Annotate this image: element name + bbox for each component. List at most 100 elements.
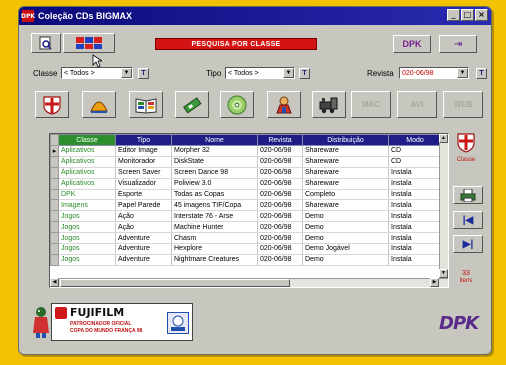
cell-modo[interactable]: Instala xyxy=(388,243,442,255)
cell-revista[interactable]: 020-06/98 xyxy=(257,221,303,234)
cell-classe[interactable]: Aplicativos xyxy=(58,145,116,157)
tipo-select[interactable]: < Todos > ▼ xyxy=(225,67,295,79)
tipo-t-button[interactable]: T xyxy=(299,68,310,79)
search-doc-button[interactable] xyxy=(31,33,61,53)
category-games-button[interactable] xyxy=(267,91,301,118)
row-indicator[interactable] xyxy=(50,232,59,245)
cell-distribuicao[interactable]: Shareware xyxy=(302,199,389,212)
row-indicator[interactable] xyxy=(50,155,59,168)
table-row[interactable]: Jogos Adventure Chasm 020-06/98 Demo Instala xyxy=(50,232,442,245)
category-cd-button[interactable] xyxy=(220,91,254,118)
cell-distribuicao[interactable]: Demo xyxy=(302,232,389,245)
cell-revista[interactable]: 020-06/98 xyxy=(257,167,303,179)
table-row[interactable]: ▸ Aplicativos Editor Image Morpher 32 020-06… xyxy=(50,145,442,157)
column-header-tipo[interactable]: Tipo xyxy=(115,134,172,146)
cell-tipo[interactable]: Monitorador xyxy=(115,156,172,168)
cell-modo[interactable]: Instala xyxy=(388,221,442,234)
cell-tipo[interactable]: Ação xyxy=(115,221,172,234)
cell-tipo[interactable]: Papel Parede xyxy=(115,199,172,212)
cell-nome[interactable]: Interstate 76 - Arse xyxy=(171,210,258,223)
cell-nome[interactable]: Chasm xyxy=(171,232,258,245)
cell-distribuicao[interactable]: Demo Jogável xyxy=(302,243,389,255)
horizontal-scroll-thumb[interactable] xyxy=(60,279,290,287)
cell-distribuicao[interactable]: Shareware xyxy=(302,167,389,179)
cell-distribuicao[interactable]: Shareware xyxy=(302,145,389,157)
row-indicator[interactable] xyxy=(50,210,59,223)
cell-modo[interactable]: Instala xyxy=(388,210,442,223)
tipo-dropdown-arrow-icon[interactable]: ▼ xyxy=(283,68,294,78)
cell-modo[interactable]: Instala xyxy=(388,254,442,266)
cell-revista[interactable]: 020-06/98 xyxy=(257,156,303,168)
cell-distribuicao[interactable]: Demo xyxy=(302,210,389,223)
cell-nome[interactable]: 45 imagens TIF/Copa xyxy=(171,199,258,212)
cell-tipo[interactable]: Visualizador xyxy=(115,178,172,190)
table-row[interactable]: Aplicativos Screen Saver Screen Dance 98 02… xyxy=(50,166,442,179)
cell-classe[interactable]: Aplicativos xyxy=(58,178,116,190)
cell-nome[interactable]: Todas as Copas xyxy=(171,189,258,201)
cell-distribuicao[interactable]: Shareware xyxy=(302,156,389,168)
scroll-left-arrow-icon[interactable]: ◀ xyxy=(50,278,59,287)
category-utilities-button[interactable] xyxy=(175,91,209,118)
column-header-nome[interactable]: Nome xyxy=(171,134,258,146)
scroll-up-arrow-icon[interactable]: ▲ xyxy=(439,134,448,143)
cell-revista[interactable]: 020-06/98 xyxy=(257,189,303,201)
scroll-right-arrow-icon[interactable]: ▶ xyxy=(430,278,439,287)
category-avi-button[interactable]: AVI xyxy=(397,91,437,118)
cell-tipo[interactable]: Esporte xyxy=(115,189,172,201)
cell-classe[interactable]: Aplicativos xyxy=(58,156,116,168)
column-header-revista[interactable]: Revista xyxy=(257,134,303,146)
cell-revista[interactable]: 020-06/98 xyxy=(257,210,303,223)
table-row[interactable]: Jogos Ação Interstate 76 - Arse 020-06/98 De… xyxy=(50,210,442,223)
category-dpk-button[interactable] xyxy=(35,91,69,118)
row-indicator[interactable] xyxy=(50,177,59,190)
cell-revista[interactable]: 020-06/98 xyxy=(257,232,303,245)
category-web-button[interactable]: WEB xyxy=(443,91,483,118)
revista-t-button[interactable]: T xyxy=(476,68,487,79)
category-books-button[interactable] xyxy=(129,91,163,118)
category-images-button[interactable] xyxy=(82,91,116,118)
cell-tipo[interactable]: Ação xyxy=(115,210,172,223)
cell-classe[interactable]: Jogos xyxy=(58,254,116,266)
cell-modo[interactable]: CD xyxy=(388,145,442,157)
cell-revista[interactable]: 020-06/98 xyxy=(257,254,303,266)
cell-distribuicao[interactable]: Shareware xyxy=(302,178,389,190)
table-row[interactable]: Jogos Adventure Nightmare Creatures 020-06/… xyxy=(50,253,442,266)
cell-classe[interactable]: Aplicativos xyxy=(58,167,116,179)
classe-select[interactable]: < Todos > ▼ xyxy=(61,67,133,79)
row-indicator[interactable] xyxy=(50,166,59,179)
category-mac-button[interactable]: MAC xyxy=(351,91,391,118)
table-row[interactable]: Aplicativos Visualizador Poliview 3.0 020-0… xyxy=(50,177,442,190)
cell-distribuicao[interactable]: Demo xyxy=(302,254,389,266)
close-button[interactable]: × xyxy=(475,9,488,21)
table-row[interactable]: Jogos Adventure Hexplore 020-06/98 Demo Jogá… xyxy=(50,243,442,255)
dpk-button[interactable]: DPK xyxy=(393,35,431,53)
exit-button[interactable]: ⇥ xyxy=(439,35,477,53)
row-indicator[interactable] xyxy=(50,253,59,266)
cell-tipo[interactable]: Adventure xyxy=(115,254,172,266)
table-row[interactable]: Aplicativos Monitorador DiskState 020-06/98… xyxy=(50,155,442,168)
cell-modo[interactable]: CD xyxy=(388,156,442,168)
column-header-distribuicao[interactable]: Distribuição xyxy=(302,134,389,146)
cell-classe[interactable]: Imagens xyxy=(58,199,116,212)
cell-classe[interactable]: Jogos xyxy=(58,210,116,223)
last-record-button[interactable]: ▶| xyxy=(453,235,483,253)
cell-modo[interactable]: Instala xyxy=(388,167,442,179)
cell-nome[interactable]: Nightmare Creatures xyxy=(171,254,258,266)
row-indicator[interactable] xyxy=(50,221,59,234)
minimize-button[interactable]: _ xyxy=(447,9,460,21)
table-row[interactable]: Jogos Ação Machine Hunter 020-06/98 Demo Inst… xyxy=(50,221,442,234)
row-indicator[interactable] xyxy=(50,188,59,201)
cell-modo[interactable]: Instala xyxy=(388,178,442,190)
column-header-modo[interactable]: Modo xyxy=(388,134,442,146)
cell-nome[interactable]: Poliview 3.0 xyxy=(171,178,258,190)
cell-revista[interactable]: 020-06/98 xyxy=(257,199,303,212)
row-indicator[interactable] xyxy=(50,243,59,255)
cell-classe[interactable]: DPK xyxy=(58,189,116,201)
first-record-button[interactable]: |◀ xyxy=(453,211,483,229)
revista-dropdown-arrow-icon[interactable]: ▼ xyxy=(457,68,468,78)
table-row[interactable]: Imagens Papel Parede 45 imagens TIF/Copa 02… xyxy=(50,199,442,212)
row-indicator[interactable]: ▸ xyxy=(50,145,59,157)
cell-modo[interactable]: Instala xyxy=(388,189,442,201)
cell-tipo[interactable]: Screen Saver xyxy=(115,167,172,179)
cell-tipo[interactable]: Adventure xyxy=(115,243,172,255)
